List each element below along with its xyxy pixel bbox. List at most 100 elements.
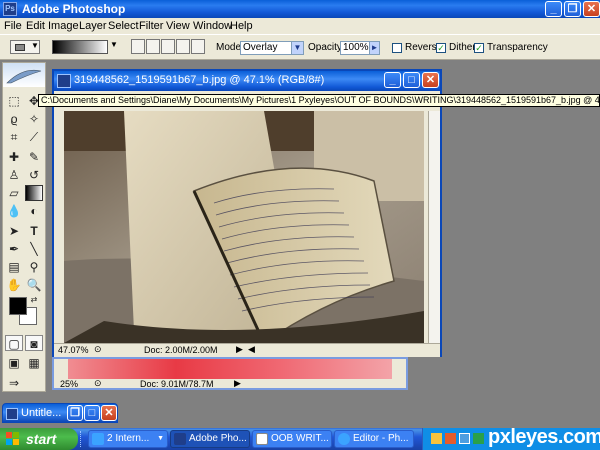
gradient-tool-icon [15,44,25,51]
chevron-right-icon: ► [369,42,379,54]
gradient-preview[interactable] [52,40,108,54]
zoom-level[interactable]: 47.07% [58,345,89,355]
reflected-gradient-button[interactable] [176,39,190,54]
notes-tool-icon[interactable]: ▤ [5,259,23,275]
close-button[interactable]: ✕ [583,1,600,17]
app-titlebar[interactable]: Ps Adobe Photoshop _ ❐ ✕ [0,0,600,18]
blur-tool-icon[interactable]: 💧 [5,203,23,219]
type-tool-icon[interactable]: T [25,223,43,239]
menu-window[interactable]: Window [193,20,232,32]
gradient-tool-icon[interactable] [25,185,43,201]
menu-file[interactable]: File [4,20,22,32]
standard-mode-icon[interactable]: ▢ [5,335,23,351]
lasso-tool-icon[interactable]: ϱ [5,111,23,127]
notebook-photo [64,111,424,343]
magic-wand-icon[interactable]: ✧ [25,111,43,127]
tray-icon[interactable] [459,433,470,444]
tool-preset-picker[interactable]: ▼ [10,40,40,54]
pen-tool-icon[interactable]: ✒ [5,241,23,257]
taskbar-item-oob-writing[interactable]: OOB WRIT... [252,430,332,448]
tray-icon[interactable] [473,433,484,444]
chevron-right-icon[interactable]: ▶ [236,344,243,355]
slice-tool-icon[interactable]: ⟋ [25,129,43,145]
hand-tool-icon[interactable]: ✋ [5,277,23,293]
photoshop-icon: Ps [3,2,17,16]
menu-layer[interactable]: Layer [79,20,107,32]
clone-stamp-icon[interactable]: ♙ [5,167,23,183]
transparency-checkbox[interactable]: ✓ [474,43,484,53]
jump-to-imageready-icon[interactable]: ⇒ [5,375,23,391]
radial-gradient-button[interactable] [146,39,160,54]
chevron-left-icon[interactable]: ◀ [248,344,255,355]
taskbar-item-label: OOB WRIT... [271,433,329,444]
feather-icon [6,69,42,84]
start-button[interactable]: start [0,428,78,450]
crop-tool-icon[interactable]: ⌗ [5,129,23,145]
menu-select[interactable]: Select [108,20,139,32]
taskbar-item-adobe-photoshop[interactable]: Adobe Pho... [170,430,250,448]
swap-colors-icon[interactable]: ⇄ [29,295,39,305]
status-menu-icon[interactable]: ⊙ [94,344,102,355]
path-selection-icon[interactable]: ➤ [5,223,23,239]
app-title: Adobe Photoshop [22,2,126,16]
status-menu-icon[interactable]: ⊙ [94,378,102,389]
marquee-tool-icon[interactable]: ⬚ [5,93,23,109]
vertical-scrollbar[interactable] [428,111,440,343]
folder-window-icon [256,433,268,445]
untitled-close-button[interactable]: ✕ [101,405,117,421]
document-window[interactable]: 319448562_1519591b67_b.jpg @ 47.1% (RGB/… [52,69,442,357]
zoom-tool-icon[interactable]: 🔍 [25,277,43,293]
foreground-color-swatch[interactable] [9,297,27,315]
doc-maximize-button[interactable]: □ [403,72,420,88]
healing-brush-icon[interactable]: ✚ [5,149,23,165]
screen-mode-full-icon[interactable]: ▦ [25,355,43,371]
menu-image[interactable]: Image [48,20,79,32]
tray-icon[interactable] [445,433,456,444]
menu-view[interactable]: View [166,20,190,32]
chevron-down-icon: ▼ [31,41,39,50]
toolbox-header-logo [3,63,45,87]
reverse-checkbox[interactable] [392,43,402,53]
brush-tool-icon[interactable]: ✎ [25,149,43,165]
eyedropper-icon[interactable]: ⚲ [25,259,43,275]
untitled-maximize-button[interactable]: □ [84,405,100,421]
background-document-window[interactable]: 25% ⊙ Doc: 9.01M/78.7M ▶ [52,357,408,390]
line-tool-icon[interactable]: ╲ [25,241,43,257]
dodge-tool-icon[interactable]: ◐ [25,203,43,219]
menu-filter[interactable]: Filter [139,20,163,32]
taskbar-item-label: Adobe Pho... [189,433,247,444]
dither-checkbox[interactable]: ✓ [436,43,446,53]
doc-close-button[interactable]: ✕ [422,72,439,88]
untitled-restore-button[interactable]: ❐ [67,405,83,421]
angle-gradient-button[interactable] [161,39,175,54]
untitled-window-minimized[interactable]: Untitle... ❐ □ ✕ [2,403,118,423]
chevron-right-icon[interactable]: ▶ [234,378,241,389]
menu-help[interactable]: Help [230,20,253,32]
diamond-gradient-button[interactable] [191,39,205,54]
doc-minimize-button[interactable]: _ [384,72,401,88]
opacity-input[interactable]: 100% ► [340,41,380,55]
gradient-dropdown-icon[interactable]: ▼ [110,40,118,49]
tray-icon[interactable] [431,433,442,444]
document-titlebar[interactable]: 319448562_1519591b67_b.jpg @ 47.1% (RGB/… [54,71,440,91]
file-path-tooltip: C:\Documents and Settings\Diane\My Docum… [38,94,600,107]
taskbar-item-label: Editor - Ph... [353,433,409,444]
options-bar: ▼ ▼ Mode: Overlay ▼ Opacity: 100% ► Reve… [0,34,600,60]
minimize-button[interactable]: _ [545,1,562,17]
linear-gradient-button[interactable] [131,39,145,54]
chevron-down-icon: ▼ [291,42,303,54]
document-canvas-image[interactable] [64,111,424,343]
taskbar-grip [80,431,86,447]
menu-edit[interactable]: Edit [26,20,45,32]
history-brush-icon[interactable]: ↺ [25,167,43,183]
screen-mode-standard-icon[interactable]: ▣ [5,355,23,371]
quick-mask-icon[interactable]: ◙ [25,335,43,351]
chevron-down-icon: ▼ [157,435,164,442]
eraser-tool-icon[interactable]: ▱ [5,185,23,201]
taskbar-item-editor[interactable]: Editor - Ph... [334,430,414,448]
background-zoom-level[interactable]: 25% [60,379,78,389]
mode-select[interactable]: Overlay ▼ [240,41,304,55]
background-document-statusbar: 25% ⊙ Doc: 9.01M/78.7M ▶ [54,378,406,390]
restore-button[interactable]: ❐ [564,1,581,17]
taskbar-item-internet-explorer[interactable]: 2 Intern... ▼ [88,430,168,448]
